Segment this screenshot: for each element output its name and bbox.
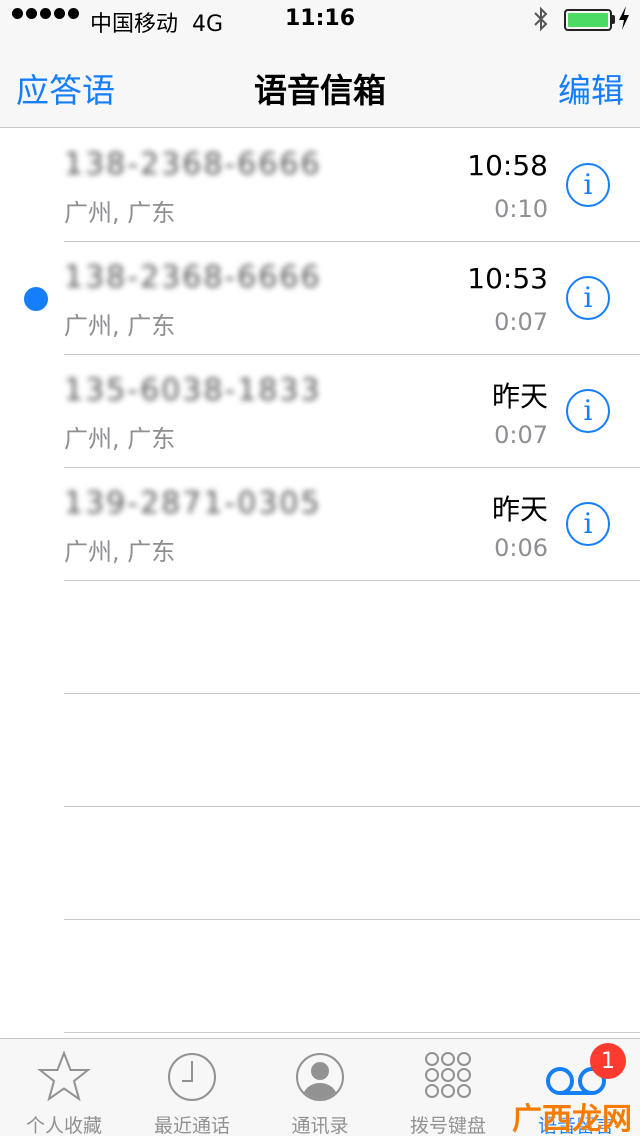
tab-label: 通讯录 (291, 1115, 349, 1136)
star-icon (0, 1049, 128, 1105)
tab-label: 拨号键盘 (409, 1115, 486, 1136)
caller-location: 广州, 广东 (64, 538, 176, 566)
voicemail-time: 10:53 (467, 262, 548, 295)
tab-contacts[interactable]: 通讯录 (256, 1039, 384, 1136)
battery-icon (564, 9, 612, 31)
empty-row (0, 581, 640, 694)
voicemail-time: 10:58 (467, 149, 548, 182)
info-icon[interactable]: i (566, 389, 610, 433)
info-icon[interactable]: i (566, 502, 610, 546)
tab-keypad[interactable]: 拨号键盘 (384, 1039, 512, 1136)
caller-number: 139-2871-0305 (64, 486, 322, 521)
empty-row (0, 694, 640, 807)
battery-nub (612, 15, 615, 24)
bluetooth-icon (533, 6, 549, 38)
nav-bar: 应答语 语音信箱 编辑 (0, 40, 640, 128)
clock-icon (128, 1049, 256, 1105)
voicemail-duration: 0:07 (494, 308, 548, 336)
voicemail-list: 138-2368-6666 广州, 广东 10:58 0:10 i 138-23… (0, 129, 640, 1033)
caller-number: 138-2368-6666 (64, 260, 322, 295)
edit-button[interactable]: 编辑 (558, 64, 624, 112)
status-bar: 中国移动 4G 11:16 (0, 0, 640, 40)
voicemail-duration: 0:07 (494, 421, 548, 449)
unread-indicator (24, 287, 48, 311)
tab-label: 最近通话 (153, 1115, 230, 1136)
voicemail-row[interactable]: 135-6038-1833 广州, 广东 昨天 0:07 i (0, 355, 640, 468)
voicemail-time: 昨天 (491, 493, 548, 526)
voicemail-time: 昨天 (491, 380, 548, 413)
caller-number: 138-2368-6666 (64, 147, 322, 182)
page-title: 语音信箱 (254, 71, 386, 110)
tab-label: 个人收藏 (25, 1115, 102, 1136)
caller-location: 广州, 广东 (64, 199, 176, 227)
unread-badge: 1 (590, 1043, 626, 1079)
caller-location: 广州, 广东 (64, 425, 176, 453)
voicemail-row[interactable]: 138-2368-6666 广州, 广东 10:58 0:10 i (0, 129, 640, 242)
info-icon[interactable]: i (566, 163, 610, 207)
voicemail-row[interactable]: 138-2368-6666 广州, 广东 10:53 0:07 i (0, 242, 640, 355)
empty-row (0, 807, 640, 920)
info-icon[interactable]: i (566, 276, 610, 320)
watermark-logo: 广西龙网 (512, 1102, 632, 1136)
empty-row (0, 920, 640, 1033)
voicemail-duration: 0:10 (494, 195, 548, 223)
voicemail-row[interactable]: 139-2871-0305 广州, 广东 昨天 0:06 i (0, 468, 640, 581)
tab-recents[interactable]: 最近通话 (128, 1039, 256, 1136)
caller-number: 135-6038-1833 (64, 373, 322, 408)
voicemail-duration: 0:06 (494, 534, 548, 562)
tab-favorites[interactable]: 个人收藏 (0, 1039, 128, 1136)
keypad-icon (384, 1049, 512, 1105)
contacts-icon (256, 1049, 384, 1105)
charging-icon (617, 5, 631, 36)
caller-location: 广州, 广东 (64, 312, 176, 340)
